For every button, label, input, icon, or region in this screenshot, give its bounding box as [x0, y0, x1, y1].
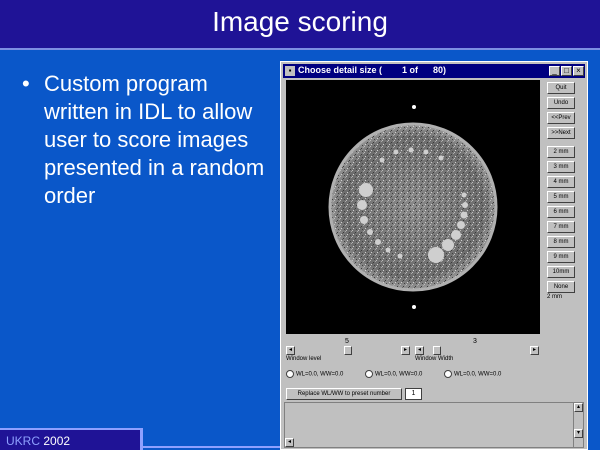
undo-button[interactable]: Undo	[547, 97, 575, 109]
size-4mm-button[interactable]: 4 mm	[547, 176, 575, 188]
message-text-area[interactable]: ▴ ▾ ◂	[284, 402, 584, 448]
size-10mm-button[interactable]: 10mm	[547, 266, 575, 278]
radio-circle-icon	[444, 370, 452, 378]
scoring-window: ▪ Choose detail size ( 1 of 80) _ □ × Qu…	[280, 61, 588, 450]
footer-year: 2002	[40, 434, 71, 448]
window-level-label: Window level	[286, 356, 322, 362]
preset-radio-2[interactable]: WL=0.0, WW=0.0	[365, 370, 422, 378]
slider-left-arrow-icon[interactable]: ◂	[286, 346, 295, 355]
preset-number-dropdown[interactable]: 1	[405, 388, 422, 400]
quit-button[interactable]: Quit	[547, 82, 575, 94]
footer-rule	[143, 446, 280, 448]
minimize-icon[interactable]: _	[549, 66, 560, 76]
slider-left-arrow-icon[interactable]: ◂	[415, 346, 424, 355]
selected-size-label: 2 mm	[547, 294, 562, 300]
window-width-label: Window Width	[415, 356, 454, 362]
scroll-down-arrow-icon[interactable]: ▾	[574, 429, 583, 438]
footer: UKRC 2002	[0, 428, 143, 450]
phantom-image-display[interactable]	[286, 80, 540, 334]
size-9mm-button[interactable]: 9 mm	[547, 251, 575, 263]
none-button[interactable]: None	[547, 281, 575, 293]
size-2mm-button[interactable]: 2 mm	[547, 146, 575, 158]
window-title-bar[interactable]: ▪ Choose detail size ( 1 of 80) _ □ ×	[283, 64, 585, 78]
slide-title-bar: Image scoring	[0, 0, 600, 50]
preset-number-value: 1	[411, 390, 416, 397]
size-5mm-button[interactable]: 5 mm	[547, 191, 575, 203]
preset-radio-1[interactable]: WL=0.0, WW=0.0	[286, 370, 343, 378]
window-width-value: 3	[473, 338, 477, 345]
bullet-dot: •	[22, 71, 30, 96]
size-8mm-button[interactable]: 8 mm	[547, 236, 575, 248]
bullet-text: Custom program written in IDL to allow u…	[44, 71, 265, 208]
slider-right-arrow-icon[interactable]: ▸	[530, 346, 539, 355]
slide-title: Image scoring	[212, 6, 388, 37]
window-level-value: 5	[345, 338, 349, 345]
scroll-left-arrow-icon[interactable]: ◂	[285, 438, 294, 447]
next-button[interactable]: >>Next	[547, 127, 575, 139]
slider-right-arrow-icon[interactable]: ▸	[401, 346, 410, 355]
window-title: Choose detail size ( 1 of 80)	[298, 65, 447, 75]
preset-radio-3[interactable]: WL=0.0, WW=0.0	[444, 370, 501, 378]
phantom-image	[328, 105, 498, 309]
footer-org: UKRC	[6, 434, 41, 448]
scroll-up-arrow-icon[interactable]: ▴	[574, 403, 583, 412]
replace-wl-ww-button[interactable]: Replace WL/WW to preset number	[286, 388, 402, 400]
size-6mm-button[interactable]: 6 mm	[547, 206, 575, 218]
text-area-scrollbar[interactable]: ▴ ▾	[573, 403, 583, 447]
window-level-slider-thumb[interactable]	[344, 346, 352, 355]
size-7mm-button[interactable]: 7 mm	[547, 221, 575, 233]
maximize-icon[interactable]: □	[561, 66, 572, 76]
size-3mm-button[interactable]: 3 mm	[547, 161, 575, 173]
radio-circle-icon	[286, 370, 294, 378]
system-menu-icon[interactable]: ▪	[285, 66, 295, 76]
window-level-slider[interactable]: ◂ ▸	[286, 346, 410, 356]
previous-button[interactable]: <<Prev	[547, 112, 575, 124]
close-icon[interactable]: ×	[573, 66, 584, 76]
radio-circle-icon	[365, 370, 373, 378]
window-width-slider[interactable]: ◂ ▸	[415, 346, 539, 356]
window-width-slider-thumb[interactable]	[433, 346, 441, 355]
